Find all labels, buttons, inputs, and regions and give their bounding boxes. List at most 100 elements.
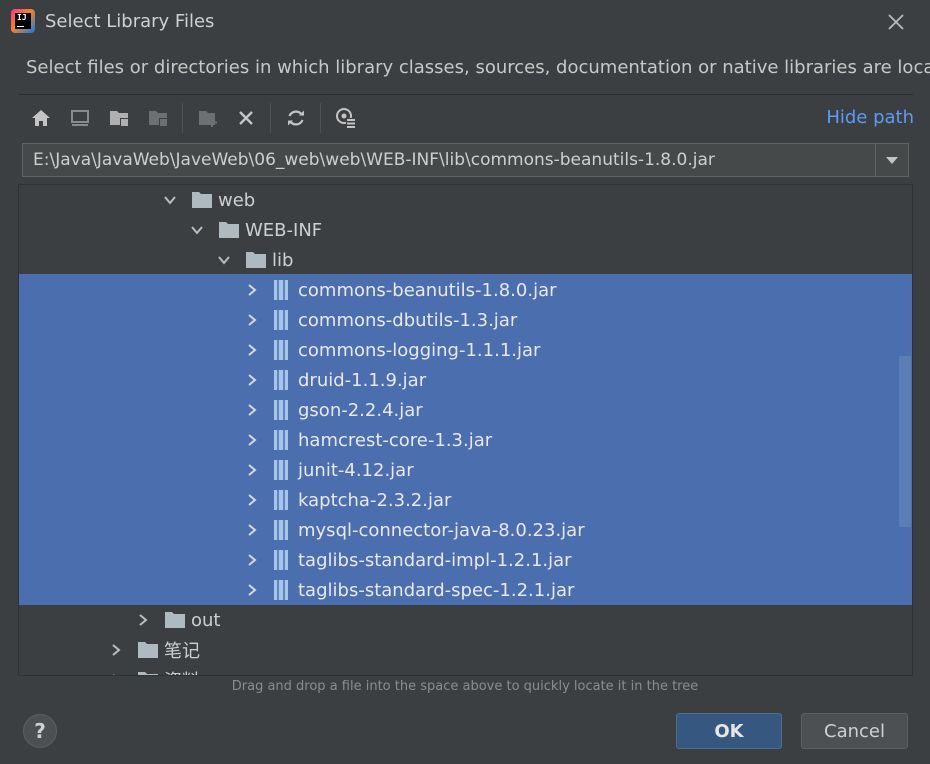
chevron-right-icon[interactable] bbox=[245, 553, 259, 567]
chevron-right-icon[interactable] bbox=[245, 343, 259, 357]
folder-icon bbox=[164, 611, 186, 629]
jar-icon bbox=[273, 549, 289, 571]
window-title: Select Library Files bbox=[45, 11, 215, 32]
tree-node-label: junit-4.12.jar bbox=[298, 459, 414, 481]
tree-node-out[interactable]: out bbox=[19, 605, 899, 635]
drag-drop-hint: Drag and drop a file into the space abov… bbox=[231, 679, 699, 694]
tree-node-label: commons-beanutils-1.8.0.jar bbox=[298, 279, 557, 301]
chevron-right-icon[interactable] bbox=[245, 583, 259, 597]
ok-button[interactable]: OK bbox=[676, 713, 782, 749]
chevron-down-icon[interactable] bbox=[163, 193, 177, 207]
jar-icon bbox=[273, 579, 289, 601]
divider bbox=[18, 94, 913, 95]
file-tree[interactable]: web WEB-INF lib commons-beanutils-1.8.0.… bbox=[18, 184, 913, 676]
help-button[interactable]: ? bbox=[23, 714, 57, 748]
tree-node-label: web bbox=[218, 189, 256, 211]
jar-icon bbox=[273, 369, 289, 391]
desktop-button[interactable] bbox=[64, 102, 96, 134]
folder-icon bbox=[218, 221, 240, 239]
show-hidden-files-button[interactable] bbox=[330, 102, 362, 134]
tree-node-jar[interactable]: commons-logging-1.1.1.jar bbox=[19, 335, 899, 365]
tree-node-label: druid-1.1.9.jar bbox=[298, 369, 427, 391]
jar-icon bbox=[273, 309, 289, 331]
refresh-icon bbox=[288, 110, 304, 126]
tree-node-jar[interactable]: commons-dbutils-1.3.jar bbox=[19, 305, 899, 335]
tree-node-notes[interactable]: 笔记 bbox=[19, 635, 899, 665]
jar-icon bbox=[273, 489, 289, 511]
tree-node-label: kaptcha-2.3.2.jar bbox=[298, 489, 452, 511]
toolbar-separator bbox=[182, 103, 183, 133]
module-folder-icon bbox=[149, 111, 167, 126]
project-folder-icon bbox=[110, 111, 128, 126]
jar-icon bbox=[273, 519, 289, 541]
module-directory-button[interactable] bbox=[142, 102, 174, 134]
toolbar-separator bbox=[320, 103, 321, 133]
dialog-description: Select files or directories in which lib… bbox=[26, 57, 930, 78]
chevron-right-icon[interactable] bbox=[109, 643, 123, 657]
folder-icon bbox=[137, 641, 159, 659]
hide-path-link[interactable]: Hide path bbox=[826, 107, 914, 128]
chevron-right-icon[interactable] bbox=[245, 523, 259, 537]
jar-icon bbox=[273, 429, 289, 451]
tree-node-jar[interactable]: hamcrest-core-1.3.jar bbox=[19, 425, 899, 455]
tree-node-label: taglibs-standard-impl-1.2.1.jar bbox=[298, 549, 572, 571]
title-bar: IJ Select Library Files bbox=[0, 0, 930, 44]
tree-node-label: gson-2.2.4.jar bbox=[298, 399, 423, 421]
tree-node-label: 资料 bbox=[164, 667, 200, 675]
chevron-right-icon[interactable] bbox=[109, 673, 123, 675]
tree-node-label: hamcrest-core-1.3.jar bbox=[298, 429, 493, 451]
new-folder-icon bbox=[199, 111, 217, 127]
tree-node-jar[interactable]: kaptcha-2.3.2.jar bbox=[19, 485, 899, 515]
new-folder-button[interactable] bbox=[192, 102, 224, 134]
tree-node-jar[interactable]: junit-4.12.jar bbox=[19, 455, 899, 485]
tree-node-jar[interactable]: mysql-connector-java-8.0.23.jar bbox=[19, 515, 899, 545]
tree-node-web[interactable]: web bbox=[19, 185, 899, 215]
folder-icon bbox=[191, 191, 213, 209]
chevron-right-icon[interactable] bbox=[245, 463, 259, 477]
tree-node-label: lib bbox=[272, 249, 294, 271]
delete-icon bbox=[239, 111, 253, 125]
tree-node-jar[interactable]: druid-1.1.9.jar bbox=[19, 365, 899, 395]
tree-node-materials[interactable]: 资料 bbox=[19, 665, 899, 675]
chevron-down-icon[interactable] bbox=[217, 253, 231, 267]
show-hidden-icon bbox=[336, 108, 356, 128]
tree-scrollbar-thumb[interactable] bbox=[899, 356, 911, 527]
delete-button[interactable] bbox=[230, 102, 262, 134]
jar-icon bbox=[273, 399, 289, 421]
chevron-down-icon[interactable] bbox=[190, 223, 204, 237]
tree-node-lib[interactable]: lib bbox=[19, 245, 899, 275]
chevron-right-icon[interactable] bbox=[245, 403, 259, 417]
chevron-right-icon[interactable] bbox=[245, 433, 259, 447]
chevron-right-icon[interactable] bbox=[245, 283, 259, 297]
folder-icon bbox=[245, 251, 267, 269]
project-directory-button[interactable] bbox=[103, 102, 135, 134]
tree-node-label: out bbox=[191, 609, 221, 631]
intellij-logo-icon: IJ bbox=[11, 9, 35, 33]
chevron-right-icon[interactable] bbox=[245, 493, 259, 507]
jar-icon bbox=[273, 459, 289, 481]
path-dropdown-button[interactable] bbox=[875, 144, 908, 176]
tree-node-web-inf[interactable]: WEB-INF bbox=[19, 215, 899, 245]
tree-node-jar[interactable]: gson-2.2.4.jar bbox=[19, 395, 899, 425]
home-button[interactable] bbox=[25, 102, 57, 134]
chevron-down-icon bbox=[886, 157, 898, 164]
cancel-button[interactable]: Cancel bbox=[801, 713, 908, 749]
jar-icon bbox=[273, 339, 289, 361]
path-combobox bbox=[22, 143, 909, 177]
tree-node-label: taglibs-standard-spec-1.2.1.jar bbox=[298, 579, 575, 601]
file-chooser-toolbar bbox=[24, 102, 914, 134]
tree-node-label: WEB-INF bbox=[245, 219, 323, 241]
chevron-right-icon[interactable] bbox=[136, 613, 150, 627]
tree-node-label: 笔记 bbox=[164, 641, 200, 662]
tree-node-jar[interactable]: commons-beanutils-1.8.0.jar bbox=[19, 275, 899, 305]
jar-icon bbox=[273, 279, 289, 301]
chevron-right-icon[interactable] bbox=[245, 373, 259, 387]
folder-icon bbox=[137, 671, 159, 675]
refresh-button[interactable] bbox=[280, 102, 312, 134]
chevron-right-icon[interactable] bbox=[245, 313, 259, 327]
tree-node-jar[interactable]: taglibs-standard-spec-1.2.1.jar bbox=[19, 575, 899, 605]
path-input[interactable] bbox=[23, 144, 875, 176]
close-button[interactable] bbox=[884, 10, 908, 34]
tree-node-jar[interactable]: taglibs-standard-impl-1.2.1.jar bbox=[19, 545, 899, 575]
tree-node-label: commons-logging-1.1.1.jar bbox=[298, 339, 541, 361]
